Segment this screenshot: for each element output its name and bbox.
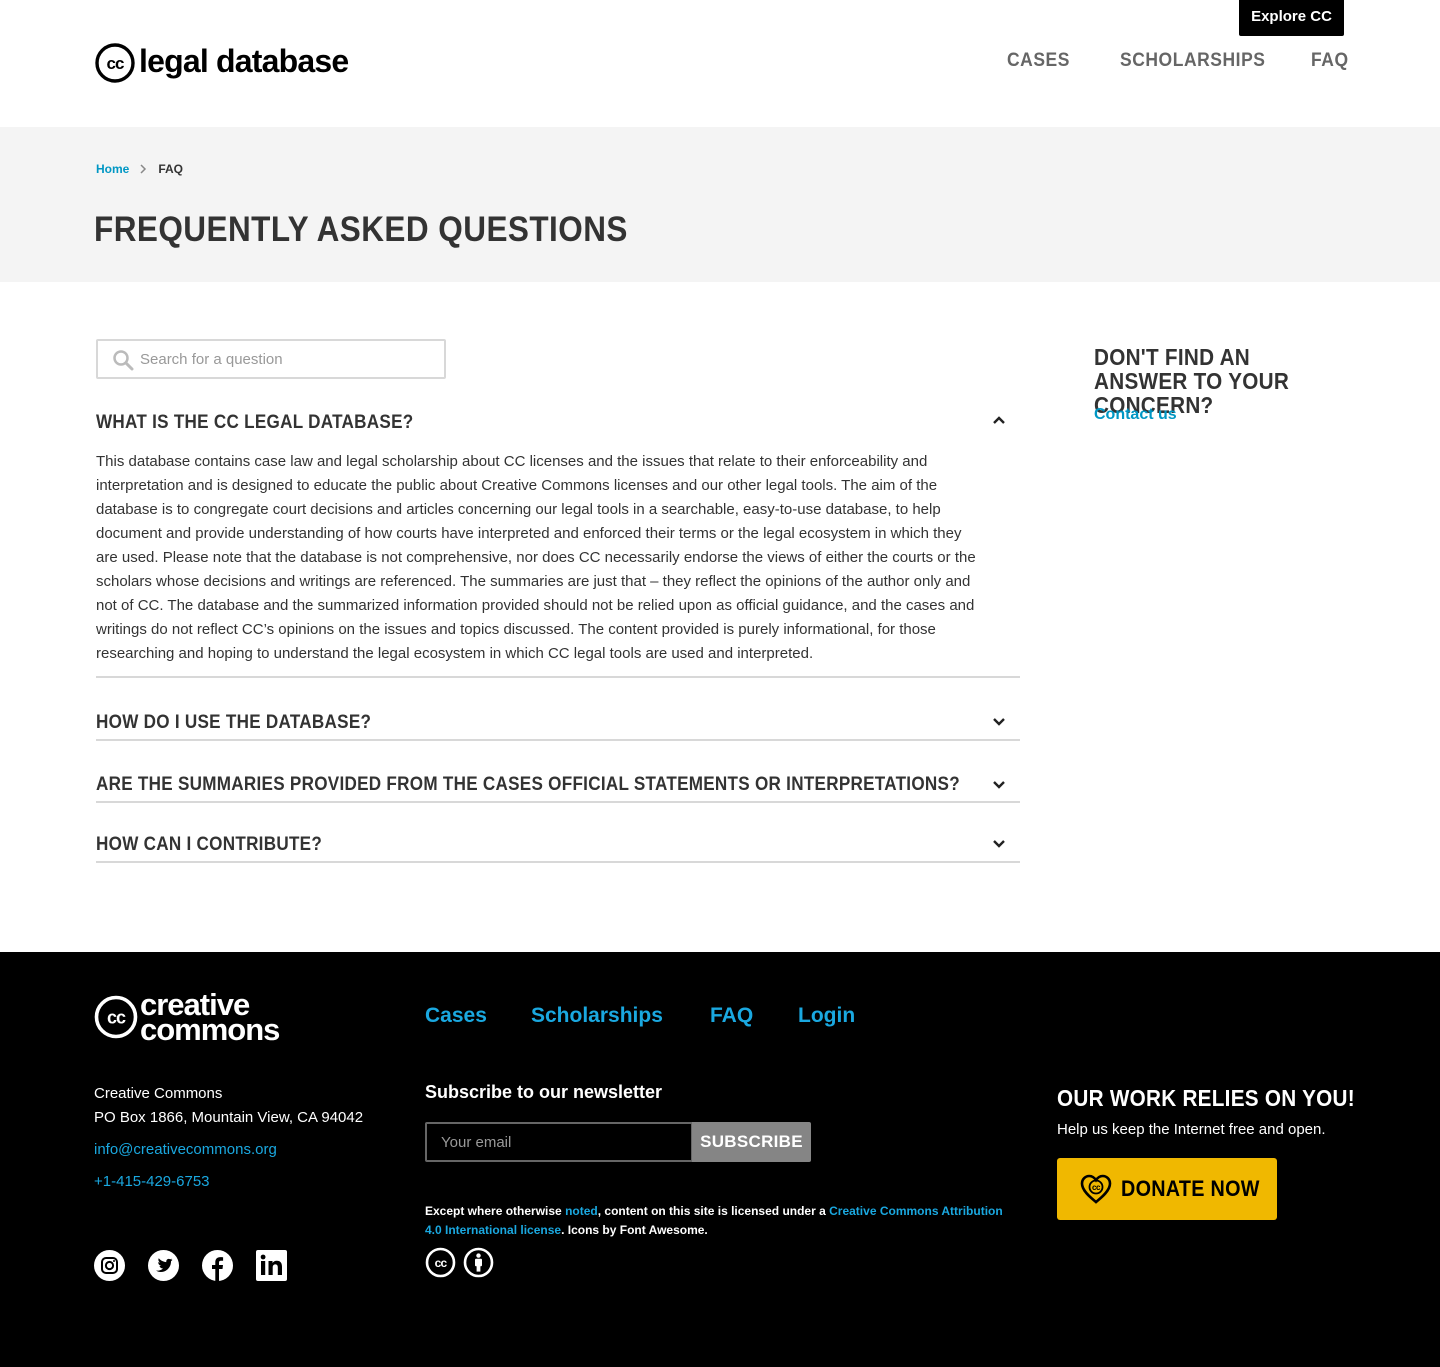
breadcrumb-home[interactable]: Home (96, 162, 129, 176)
instagram-icon[interactable] (94, 1250, 125, 1281)
breadcrumb-current: FAQ (158, 162, 184, 176)
svg-text:cc: cc (107, 54, 124, 73)
page-title: FREQUENTLY ASKED QUESTIONS (94, 210, 628, 249)
site-header: Explore CC cc legal database CASES SCHOL… (0, 0, 1440, 127)
heart-cc-icon: cc (1080, 1174, 1112, 1204)
footer-nav-scholarships[interactable]: Scholarships (531, 1004, 663, 1028)
faq-divider (96, 801, 1020, 803)
chevron-down-icon[interactable] (990, 835, 1008, 853)
nav-cases[interactable]: CASES (1007, 50, 1070, 72)
donate-subtitle: Help us keep the Internet free and open. (1057, 1121, 1326, 1138)
footer-address-name: Creative Commons (94, 1085, 223, 1102)
faq-question-1[interactable]: WHAT IS THE CC LEGAL DATABASE? (96, 412, 413, 434)
chevron-up-icon[interactable] (990, 411, 1008, 429)
footer-email-link[interactable]: info@creativecommons.org (94, 1141, 277, 1158)
faq-question-3[interactable]: ARE THE SUMMARIES PROVIDED FROM THE CASE… (96, 774, 960, 796)
subscribe-button[interactable]: SUBSCRIBE (692, 1122, 811, 1162)
footer-nav-login[interactable]: Login (798, 1004, 855, 1028)
faq-question-2[interactable]: HOW DO I USE THE DATABASE? (96, 712, 371, 734)
explore-cc-button[interactable]: Explore CC (1239, 0, 1344, 36)
newsletter-title: Subscribe to our newsletter (425, 1082, 663, 1102)
license-text-2: , content on this site is licensed under… (597, 1204, 830, 1218)
nav-scholarships[interactable]: SCHOLARSHIPS (1120, 50, 1266, 72)
search-input[interactable] (140, 341, 430, 377)
faq-divider (96, 739, 1020, 741)
footer-nav-cases[interactable]: Cases (425, 1004, 487, 1028)
footer-address: PO Box 1866, Mountain View, CA 94042 (94, 1109, 364, 1126)
faq-divider (96, 676, 1020, 678)
chevron-right-icon (140, 164, 147, 174)
linkedin-icon[interactable] (256, 1250, 287, 1281)
nav-faq[interactable]: FAQ (1311, 50, 1349, 72)
facebook-icon[interactable] (202, 1250, 233, 1281)
cc-license-icon: cc (425, 1247, 456, 1278)
license-text-3: . Icons by Font Awesome. (561, 1223, 708, 1237)
chevron-down-icon[interactable] (990, 713, 1008, 731)
attribution-icon (463, 1247, 494, 1278)
license-text-1: Except where otherwise (425, 1204, 566, 1218)
footer-nav-faq[interactable]: FAQ (710, 1004, 753, 1028)
cc-logo-icon: cc (94, 995, 138, 1039)
contact-us-link[interactable]: Contact us (1094, 406, 1177, 424)
donate-now-label: DONATE NOW (1121, 1176, 1260, 1201)
logo-text: legal database (139, 42, 349, 79)
newsletter-email-input[interactable] (425, 1122, 693, 1162)
svg-text:cc: cc (1092, 1183, 1101, 1192)
site-logo[interactable]: cc legal database (95, 42, 349, 83)
site-footer: cc creative commons Creative Commons PO … (0, 952, 1440, 1367)
footer-phone-link[interactable]: +1-415-429-6753 (94, 1173, 210, 1190)
search-field[interactable] (96, 339, 446, 379)
breadcrumb: Home FAQ (96, 162, 183, 176)
chevron-down-icon[interactable] (990, 776, 1008, 794)
page-hero: Home FAQ FREQUENTLY ASKED QUESTIONS (0, 127, 1440, 282)
faq-question-4[interactable]: HOW CAN I CONTRIBUTE? (96, 834, 322, 856)
footer-logo-line2: commons (140, 1012, 280, 1047)
cc-logo-icon: cc (95, 43, 135, 83)
search-icon (113, 350, 134, 371)
faq-divider (96, 861, 1020, 863)
faq-answer-1: This database contains case law and lega… (96, 453, 976, 662)
noted-link[interactable]: noted (565, 1204, 598, 1218)
svg-text:cc: cc (435, 1256, 448, 1270)
svg-text:cc: cc (107, 1008, 126, 1028)
donate-title: OUR WORK RELIES ON YOU! (1057, 1085, 1355, 1111)
footer-logo[interactable]: cc creative commons (94, 989, 280, 1047)
license-notice: Except where otherwise noted, content on… (425, 1202, 1015, 1240)
donate-now-button[interactable]: cc DONATE NOW (1057, 1158, 1277, 1220)
twitter-icon[interactable] (148, 1250, 179, 1281)
